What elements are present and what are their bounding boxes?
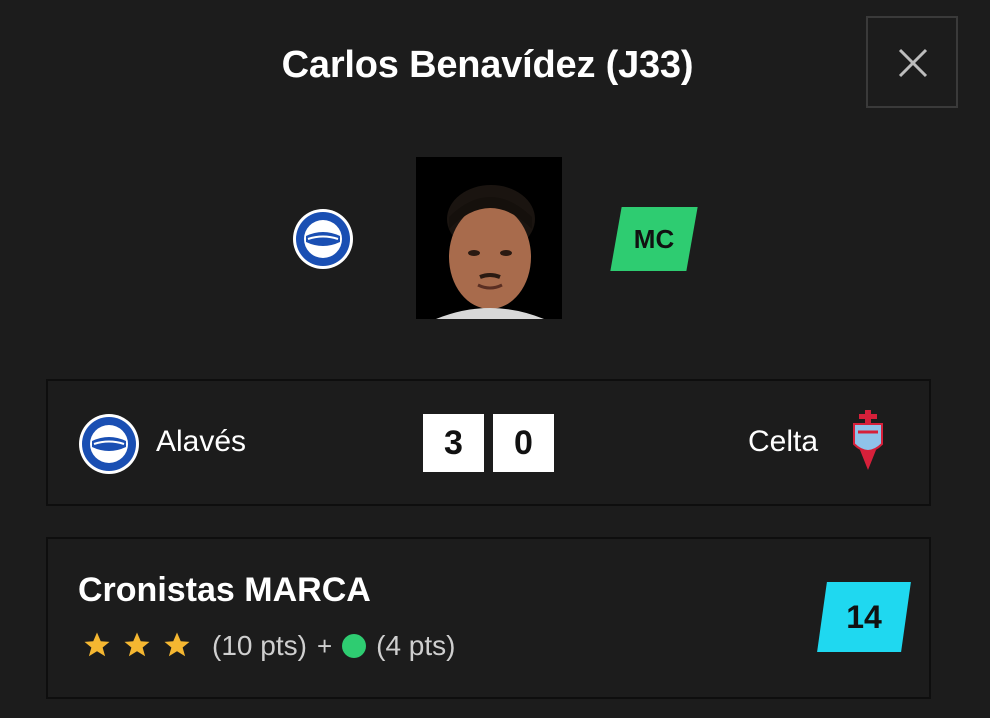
- total-points-badge: 14: [817, 582, 911, 652]
- celta-crest-icon: [853, 410, 883, 470]
- alaves-crest-icon: [79, 414, 139, 474]
- away-team-name: Celta: [748, 425, 819, 458]
- player-photo: [416, 157, 562, 319]
- cronistas-card: [46, 537, 931, 699]
- bonus-dot-icon: [342, 634, 367, 658]
- star-rating: [82, 630, 192, 660]
- home-team-name: Alavés: [156, 425, 247, 458]
- bonus-points: (4 pts): [376, 630, 456, 661]
- close-button[interactable]: [866, 16, 958, 108]
- close-icon: [898, 48, 928, 78]
- away-score: 0: [493, 414, 554, 472]
- plus-sign: +: [316, 630, 333, 661]
- star-icon: [164, 632, 190, 657]
- position-label: MC: [633, 223, 675, 254]
- points-breakdown: (10 pts) + (4 pts): [212, 630, 455, 662]
- page-title: Carlos Benavídez (J33): [281, 44, 694, 86]
- cronistas-title: Cronistas MARCA: [78, 571, 371, 609]
- alaves-crest-icon: [293, 209, 353, 269]
- total-points: 14: [846, 598, 882, 635]
- star-icon: [84, 632, 110, 657]
- home-score: 3: [423, 414, 484, 472]
- star-icon: [124, 632, 150, 657]
- stars-points: (10 pts): [212, 630, 307, 661]
- position-badge: MC: [610, 207, 698, 271]
